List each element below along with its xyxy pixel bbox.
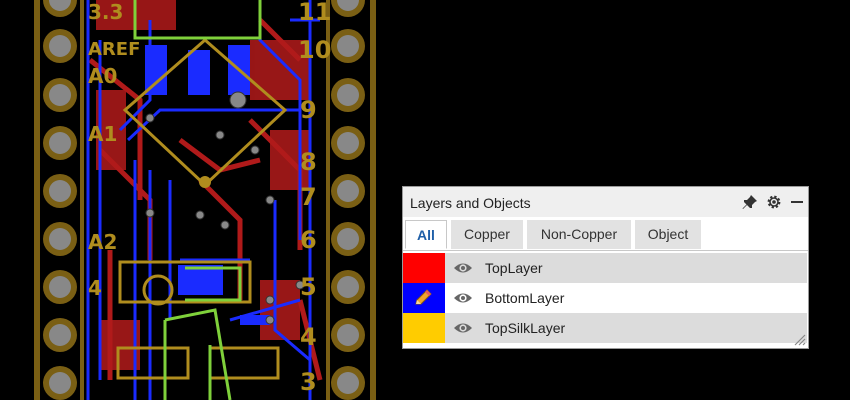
tab-bar: All Copper Non-Copper Object — [403, 218, 808, 251]
pin-icon[interactable] — [742, 194, 758, 210]
panel-title: Layers and Objects — [410, 195, 531, 211]
layer-name: BottomLayer — [485, 290, 565, 306]
layer-row-bottomlayer[interactable]: BottomLayer — [403, 283, 808, 313]
silk-label-right-1: 10 — [298, 36, 332, 64]
silk-label-left-6: 4 — [88, 276, 102, 300]
eye-icon[interactable] — [453, 290, 473, 306]
silk-label-right-3: 8 — [300, 148, 317, 176]
tab-copper[interactable]: Copper — [451, 220, 523, 249]
tab-all[interactable]: All — [405, 220, 447, 249]
layer-name: TopLayer — [485, 260, 543, 276]
layer-color-swatch[interactable] — [403, 283, 445, 313]
layer-color-swatch[interactable] — [403, 313, 445, 343]
eye-icon[interactable] — [453, 320, 473, 336]
silk-label-right-2: 9 — [300, 96, 317, 124]
silk-label-left-4: A2 — [88, 230, 118, 254]
layer-color-swatch[interactable] — [403, 253, 445, 283]
silk-label-right-6: 5 — [300, 273, 317, 301]
layer-row-topsilklayer[interactable]: TopSilkLayer — [403, 313, 808, 343]
silk-label-left-3: A1 — [88, 122, 118, 146]
silk-label-left-2: A0 — [88, 64, 118, 88]
silk-label-right-8: 3 — [300, 368, 317, 396]
eye-icon[interactable] — [453, 260, 473, 276]
panel-header[interactable]: Layers and Objects — [403, 187, 808, 217]
silk-label-right-7: 4 — [300, 323, 317, 351]
minimize-icon[interactable] — [789, 194, 805, 210]
silk-label-left-0: 3.3 — [88, 0, 124, 24]
pencil-icon — [415, 289, 432, 305]
tab-object[interactable]: Object — [635, 220, 701, 249]
silk-label-right-5: 6 — [300, 226, 317, 254]
tab-non-copper[interactable]: Non-Copper — [527, 220, 631, 249]
silk-label-right-0: 11 — [298, 0, 332, 26]
gear-icon[interactable] — [766, 194, 782, 210]
layer-name: TopSilkLayer — [485, 320, 566, 336]
layer-row-toplayer[interactable]: TopLayer — [403, 253, 808, 283]
layers-objects-panel: Layers and Objects All Copper Non-Copper… — [402, 186, 809, 349]
silk-label-right-4: 7 — [300, 183, 317, 211]
silk-label-left-1: AREF — [88, 39, 141, 60]
resize-grip-icon[interactable] — [792, 332, 806, 346]
